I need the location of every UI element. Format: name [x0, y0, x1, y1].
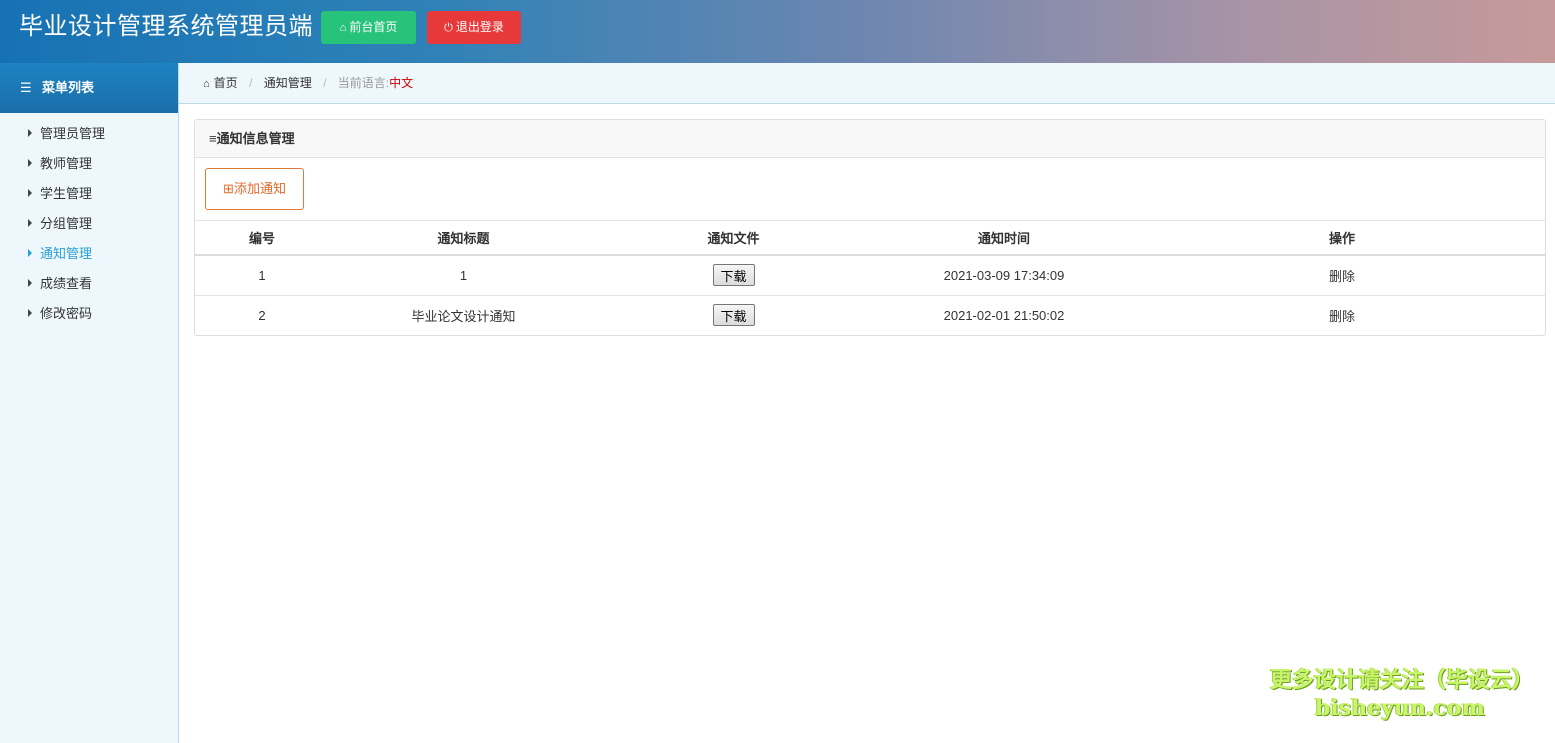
caret-right-icon [28, 129, 32, 137]
logout-button[interactable]: ⏻ 退出登录 [427, 11, 521, 44]
breadcrumb: ⌂ 首页 / 通知管理 / 当前语言:中文 [179, 63, 1555, 104]
sidebar-item-label: 分组管理 [40, 216, 93, 231]
column-header-action: 操作 [1139, 221, 1545, 256]
language-value: 中文 [389, 76, 414, 90]
sidebar-item-teacher[interactable]: 教师管理 [0, 154, 178, 184]
caret-right-icon [28, 189, 32, 197]
cell-time: 2021-02-01 21:50:02 [943, 307, 1065, 323]
download-button[interactable]: 下载 [712, 304, 755, 327]
sidebar-item-label: 成绩查看 [40, 276, 93, 291]
sidebar-item-notice[interactable]: 通知管理 [0, 244, 178, 274]
column-header-time: 通知时间 [869, 221, 1139, 256]
sidebar-item-label: 学生管理 [40, 186, 93, 201]
top-header: 毕业设计管理系统管理员端 ⌂ 前台首页 ⏻ 退出登录 [0, 0, 1555, 63]
cell-title: 1 [329, 255, 598, 296]
caret-right-icon [28, 249, 32, 257]
panel-title: 通知信息管理 [216, 131, 295, 146]
notice-panel: ≡通知信息管理 ⊞添加通知 编号 通知标题 通知文件 通知时间 操作 1 1 下… [194, 119, 1546, 336]
cell-id: 1 [195, 255, 329, 296]
home-icon: ⌂ [203, 78, 210, 90]
app-title: 毕业设计管理系统管理员端 [19, 13, 313, 40]
cell-file: 下载 [598, 295, 869, 335]
add-notice-button[interactable]: ⊞添加通知 [205, 168, 304, 210]
breadcrumb-current[interactable]: 通知管理 [264, 76, 312, 90]
power-icon: ⏻ [444, 22, 453, 34]
table-header-row: 编号 通知标题 通知文件 通知时间 操作 [195, 221, 1545, 256]
caret-right-icon [28, 309, 32, 317]
cell-file: 下载 [598, 255, 869, 296]
list-icon: ☰ [20, 80, 32, 95]
menu-icon: ≡ [209, 131, 217, 146]
language-label: 当前语言: [337, 76, 390, 90]
breadcrumb-separator: / [323, 76, 327, 90]
sidebar-item-student[interactable]: 学生管理 [0, 184, 178, 214]
cell-action: 删除 [1139, 295, 1545, 335]
cell-id: 2 [258, 307, 266, 323]
caret-right-icon [28, 219, 32, 227]
column-header-file: 通知文件 [598, 221, 869, 256]
frontend-home-button[interactable]: ⌂ 前台首页 [321, 11, 416, 44]
sidebar-item-group[interactable]: 分组管理 [0, 214, 178, 244]
notice-table: 编号 通知标题 通知文件 通知时间 操作 1 1 下载 2021-03-09 1… [195, 221, 1545, 335]
sidebar-item-label: 修改密码 [40, 306, 93, 321]
table-row: 1 1 下载 2021-03-09 17:34:09 删除 [195, 255, 1545, 296]
watermark: 更多设计请关注（毕设云） bisheyun.com [1270, 667, 1535, 721]
column-header-id: 编号 [195, 221, 329, 256]
download-button[interactable]: 下载 [712, 264, 755, 287]
sidebar-item-password[interactable]: 修改密码 [0, 304, 178, 334]
home-icon: ⌂ [339, 22, 347, 34]
add-notice-label: 添加通知 [233, 181, 286, 196]
sidebar-header: ☰ 菜单列表 [0, 63, 178, 113]
delete-link[interactable]: 删除 [1329, 309, 1355, 324]
breadcrumb-separator: / [249, 76, 253, 90]
sidebar: ☰ 菜单列表 管理员管理 教师管理 学生管理 分组管理 通知管理 成绩查看 修改密… [0, 63, 179, 743]
panel-toolbar: ⊞添加通知 [195, 158, 1545, 221]
delete-link[interactable]: 删除 [1329, 269, 1355, 284]
sidebar-heading: 菜单列表 [42, 80, 95, 95]
cell-title: 毕业论文设计通知 [411, 308, 516, 324]
watermark-line-1: 更多设计请关注（毕设云） [1270, 668, 1535, 693]
cell-time: 2021-03-09 17:34:09 [869, 255, 1139, 296]
sidebar-item-label: 管理员管理 [40, 126, 106, 141]
frontend-home-label: 前台首页 [349, 20, 398, 34]
breadcrumb-home[interactable]: 首页 [214, 76, 238, 90]
column-header-title: 通知标题 [329, 221, 598, 256]
panel-header: ≡通知信息管理 [195, 120, 1545, 158]
sidebar-item-grades[interactable]: 成绩查看 [0, 274, 178, 304]
sidebar-item-label: 教师管理 [40, 156, 93, 171]
logout-label: 退出登录 [455, 20, 504, 34]
cell-action: 删除 [1139, 255, 1545, 296]
caret-right-icon [28, 279, 32, 287]
table-row: 2 毕业论文设计通知 下载 2021-02-01 21:50:02 删除 [195, 295, 1545, 335]
sidebar-menu: 管理员管理 教师管理 学生管理 分组管理 通知管理 成绩查看 修改密码 [0, 113, 178, 334]
sidebar-item-label: 通知管理 [40, 246, 93, 261]
caret-right-icon [28, 159, 32, 167]
watermark-line-2: bisheyun.com [1315, 695, 1485, 721]
plus-square-icon: ⊞ [223, 181, 234, 196]
sidebar-item-admin[interactable]: 管理员管理 [0, 124, 178, 154]
